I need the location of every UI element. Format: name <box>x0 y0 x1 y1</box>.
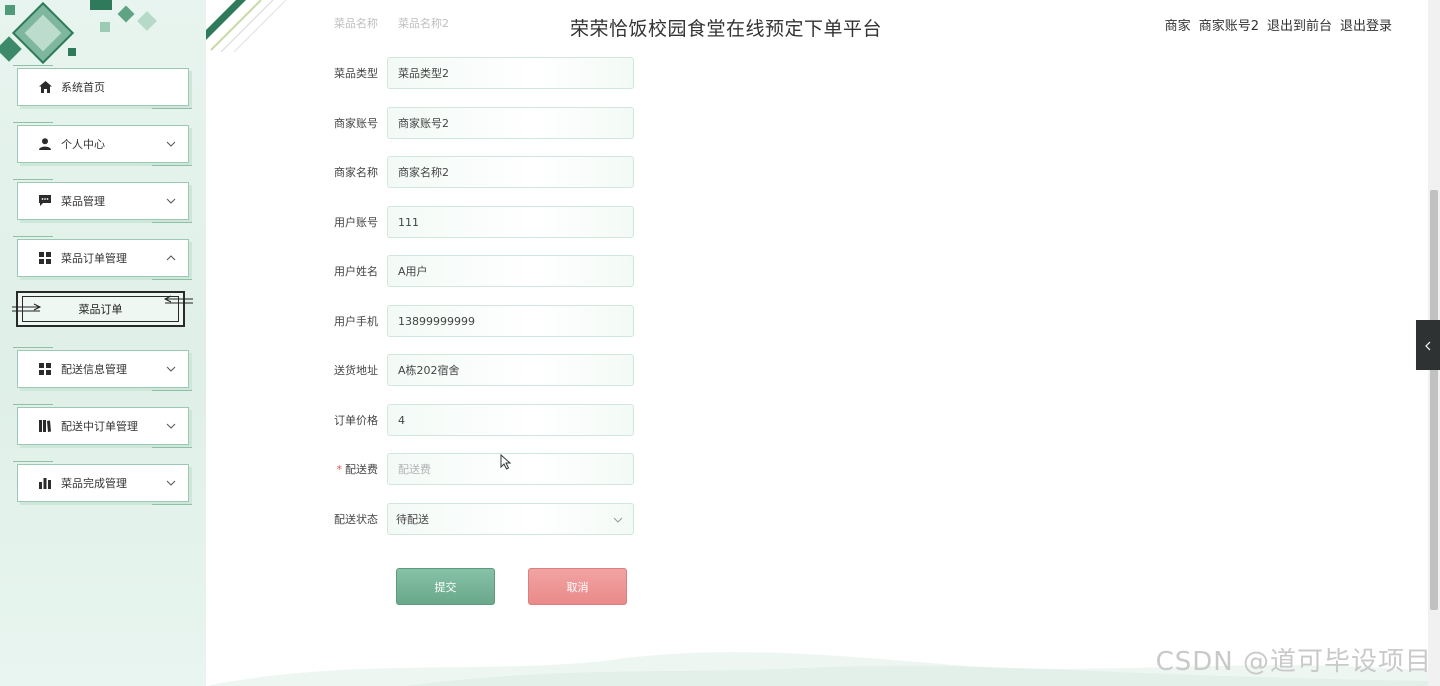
form-row-merchant-account: 商家账号 商家账号2 <box>300 106 660 140</box>
sidebar-item-label: 配送中订单管理 <box>61 420 138 433</box>
field-label: 用户账号 <box>334 216 378 229</box>
field-label: 商家名称 <box>334 166 378 179</box>
sidebar-item-dish-complete[interactable]: 菜品完成管理 <box>13 461 192 505</box>
back-to-front-link[interactable]: 退出到前台 <box>1267 15 1332 34</box>
form-row-user-phone: 用户手机 13899999999 <box>300 304 660 338</box>
chevron-down-icon <box>164 476 178 490</box>
sidebar-item-label: 配送信息管理 <box>61 363 127 376</box>
arrow-decoration-icon <box>163 295 193 304</box>
sidebar-item-dish-orders[interactable]: 菜品订单管理 <box>13 236 192 280</box>
form-row-merchant-name: 商家名称 商家名称2 <box>300 155 660 189</box>
grid-icon <box>38 251 52 265</box>
sidebar-item-label: 菜品管理 <box>61 195 105 208</box>
address-field[interactable]: A栋202宿舍 <box>387 354 634 386</box>
chevron-down-icon <box>164 137 178 151</box>
grid-icon <box>38 362 52 376</box>
bar-chart-icon <box>38 476 52 490</box>
mouse-cursor-icon <box>500 454 512 470</box>
select-value: 待配送 <box>396 513 429 526</box>
merchant-account-field[interactable]: 商家账号2 <box>387 107 634 139</box>
sidebar-item-label: 系统首页 <box>61 81 105 94</box>
order-price-field[interactable]: 4 <box>387 404 634 436</box>
watermark: CSDN @道可毕设项目 <box>1155 647 1432 677</box>
chevron-down-icon <box>164 362 178 376</box>
form-row-dish-type: 菜品类型 菜品类型2 <box>300 56 660 90</box>
user-account-field[interactable]: 111 <box>387 206 634 238</box>
user-icon <box>38 137 52 151</box>
chevron-down-icon <box>613 513 623 526</box>
sidebar-item-label: 菜品订单管理 <box>61 252 127 265</box>
form-row-user-name: 用户姓名 A用户 <box>300 254 660 288</box>
dish-name-field[interactable]: 菜品名称2 <box>387 7 634 39</box>
sidebar: 系统首页 个人中心 菜品管理 菜品订单管理 菜品订单 配送信息管理 配送中订单管… <box>0 0 206 686</box>
header-user-area: 商家 商家账号2 退出到前台 退出登录 <box>1165 15 1392 34</box>
field-label: 菜品类型 <box>334 67 378 80</box>
sidebar-decoration <box>0 0 157 65</box>
sidebar-item-profile[interactable]: 个人中心 <box>13 122 192 166</box>
field-label-text: 配送费 <box>345 463 378 476</box>
field-label: 配送状态 <box>334 513 378 526</box>
merchant-name-field[interactable]: 商家名称2 <box>387 156 634 188</box>
chat-icon <box>38 194 52 208</box>
home-icon <box>38 80 52 94</box>
cancel-button[interactable]: 取消 <box>528 568 627 605</box>
form-row-order-price: 订单价格 4 <box>300 403 660 437</box>
sidebar-item-delivery-info[interactable]: 配送信息管理 <box>13 347 192 391</box>
header-decoration <box>206 0 287 53</box>
scrollbar-thumb[interactable] <box>1430 190 1438 610</box>
field-label: 菜品名称 <box>334 17 378 30</box>
field-label: 订单价格 <box>334 414 378 427</box>
logout-link[interactable]: 退出登录 <box>1340 15 1392 34</box>
sidebar-item-dish[interactable]: 菜品管理 <box>13 179 192 223</box>
chevron-down-icon <box>164 194 178 208</box>
chevron-up-icon <box>164 251 178 265</box>
chevron-down-icon <box>164 419 178 433</box>
dish-type-field[interactable]: 菜品类型2 <box>387 57 634 89</box>
field-label: 用户手机 <box>334 315 378 328</box>
field-label: 送货地址 <box>334 364 378 377</box>
chevron-left-icon <box>1425 336 1431 355</box>
form-row-delivery-fee: * 配送费 <box>300 452 660 486</box>
form-row-address: 送货地址 A栋202宿舍 <box>300 353 660 387</box>
user-name-field[interactable]: A用户 <box>387 255 634 287</box>
user-account: 商家账号2 <box>1198 19 1259 34</box>
sidebar-item-label: 菜品完成管理 <box>61 477 127 490</box>
form-row-delivery-status: 配送状态 待配送 <box>300 502 660 536</box>
sidebar-subitem-label: 菜品订单 <box>78 303 123 316</box>
form-row-dish-name: 菜品名称 菜品名称2 <box>300 6 660 40</box>
sidebar-subitem-dish-order[interactable]: 菜品订单 <box>12 291 193 327</box>
delivery-status-select[interactable]: 待配送 <box>387 503 634 535</box>
sidebar-item-label: 个人中心 <box>61 138 105 151</box>
sidebar-item-home[interactable]: 系统首页 <box>13 65 192 109</box>
required-mark: * <box>336 463 343 476</box>
submit-button[interactable]: 提交 <box>396 568 495 605</box>
sidebar-item-delivering-orders[interactable]: 配送中订单管理 <box>13 404 192 448</box>
user-role: 商家 <box>1164 19 1191 34</box>
collapse-panel-button[interactable] <box>1416 320 1440 370</box>
book-icon <box>38 419 52 433</box>
form-row-user-account: 用户账号 111 <box>300 205 660 239</box>
field-label: * 配送费 <box>300 461 387 477</box>
arrow-decoration-icon <box>12 303 42 312</box>
field-label: 商家账号 <box>334 117 378 130</box>
user-phone-field[interactable]: 13899999999 <box>387 305 634 337</box>
field-label: 用户姓名 <box>334 265 378 278</box>
